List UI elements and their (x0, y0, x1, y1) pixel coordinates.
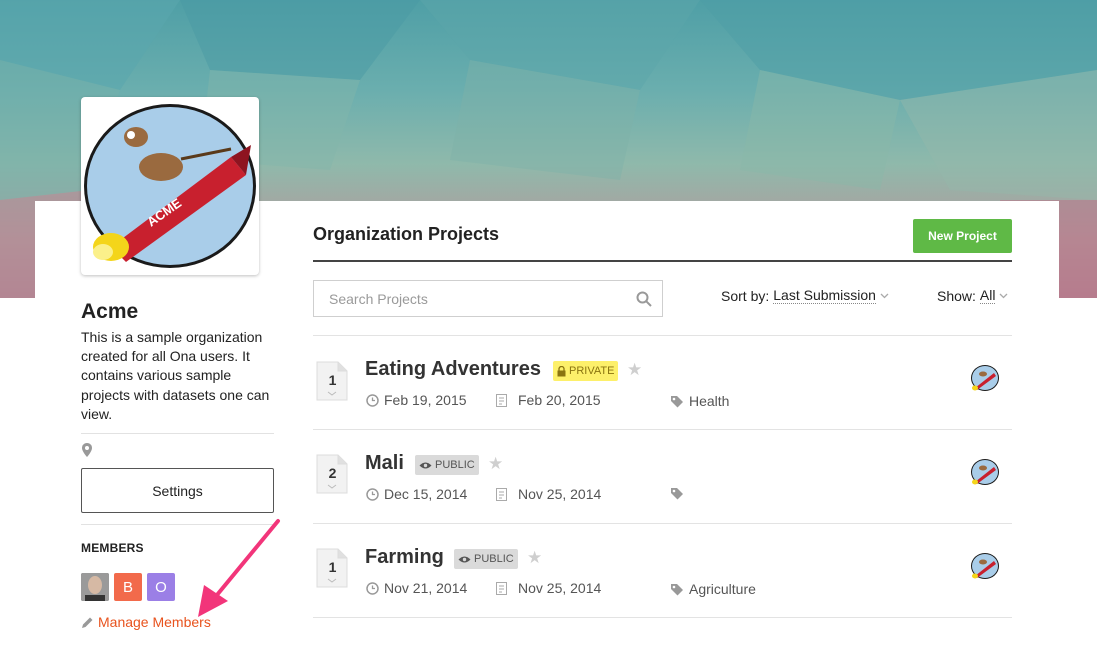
tag-icon (671, 488, 683, 500)
star-icon[interactable]: ★ (488, 454, 503, 474)
avatar[interactable] (81, 573, 109, 601)
document-icon (496, 393, 507, 407)
created-date-text: Nov 21, 2014 (384, 580, 468, 596)
page-title: Organization Projects (313, 224, 500, 244)
form-count: 2 (328, 465, 337, 481)
sort-dropdown[interactable]: Sort by: Last Submission (721, 287, 889, 304)
project-owner-avatar[interactable] (970, 457, 1000, 487)
visibility-badge: PUBLIC (454, 549, 518, 569)
project-title[interactable]: Mali (365, 452, 404, 475)
tag-label: Health (689, 393, 730, 409)
visibility-label: PUBLIC (435, 459, 475, 471)
show-filter-dropdown[interactable]: Show: All (937, 287, 1008, 304)
tag-icon (671, 395, 683, 407)
eye-icon (419, 462, 432, 468)
search-box (313, 280, 663, 317)
eye-icon (458, 556, 471, 562)
project-row[interactable]: 1 Eating Adventures PRIVATE ★ Feb 19, 20… (313, 336, 1012, 430)
visibility-label: PUBLIC (474, 553, 514, 565)
last-submission-text: Nov 25, 2014 (518, 486, 602, 502)
clock-icon (366, 487, 379, 501)
created-date: Nov 21, 2014 (366, 580, 467, 596)
clock-icon (366, 393, 379, 407)
created-date: Dec 15, 2014 (366, 486, 467, 502)
avatar[interactable]: O (147, 573, 175, 601)
form-count: 1 (328, 372, 337, 388)
show-label: Show: (937, 287, 976, 304)
last-submission-date: Nov 25, 2014 (496, 580, 601, 596)
sort-value: Last Submission (773, 287, 876, 304)
document-icon (496, 487, 507, 501)
project-title[interactable]: Farming (365, 546, 444, 569)
project-tag[interactable] (670, 487, 689, 500)
visibility-badge: PRIVATE (553, 361, 619, 381)
created-date-text: Feb 19, 2015 (384, 392, 467, 408)
annotation-arrow (198, 519, 280, 617)
map-pin-icon (82, 443, 92, 457)
document-icon (496, 581, 507, 595)
divider (81, 433, 274, 434)
search-icon[interactable] (636, 291, 652, 307)
project-tag[interactable]: Agriculture (670, 581, 756, 597)
divider (313, 260, 1012, 262)
tag-label: Agriculture (689, 581, 756, 597)
star-icon[interactable]: ★ (527, 548, 542, 568)
search-input[interactable] (314, 281, 614, 316)
project-row[interactable]: 2 Mali PUBLIC ★ Dec 15, 2014 Nov 25, 201… (313, 430, 1012, 524)
project-title[interactable]: Eating Adventures (365, 358, 541, 381)
members-heading: MEMBERS (81, 541, 144, 555)
avatar[interactable]: B (114, 573, 142, 601)
lock-icon (557, 365, 566, 376)
sort-label: Sort by: (721, 287, 770, 304)
organization-name: Acme (81, 300, 139, 323)
tag-icon (671, 583, 683, 595)
last-submission-date: Nov 25, 2014 (496, 486, 601, 502)
last-submission-text: Nov 25, 2014 (518, 580, 602, 596)
chevron-down-icon (1000, 293, 1008, 298)
project-row[interactable]: 1 Farming PUBLIC ★ Nov 21, 2014 Nov 25, … (313, 524, 1012, 618)
project-owner-avatar[interactable] (970, 363, 1000, 393)
organization-logo: ACME (81, 97, 259, 275)
members-list: B O (81, 573, 175, 601)
pencil-icon (82, 617, 93, 628)
new-project-button[interactable]: New Project (913, 219, 1012, 253)
chevron-down-icon (880, 293, 889, 298)
created-date: Feb 19, 2015 (366, 392, 467, 408)
divider (313, 617, 1012, 618)
star-icon[interactable]: ★ (627, 360, 642, 380)
project-owner-avatar[interactable] (970, 551, 1000, 581)
settings-button[interactable]: Settings (81, 468, 274, 513)
show-value: All (979, 287, 996, 304)
organization-description: This is a sample organization created fo… (81, 329, 270, 422)
project-tag[interactable]: Health (670, 393, 729, 409)
visibility-label: PRIVATE (569, 365, 615, 377)
last-submission-text: Feb 20, 2015 (518, 392, 601, 408)
created-date-text: Dec 15, 2014 (384, 486, 468, 502)
form-count: 1 (328, 559, 337, 575)
visibility-badge: PUBLIC (415, 455, 479, 475)
clock-icon (366, 581, 379, 595)
last-submission-date: Feb 20, 2015 (496, 392, 601, 408)
